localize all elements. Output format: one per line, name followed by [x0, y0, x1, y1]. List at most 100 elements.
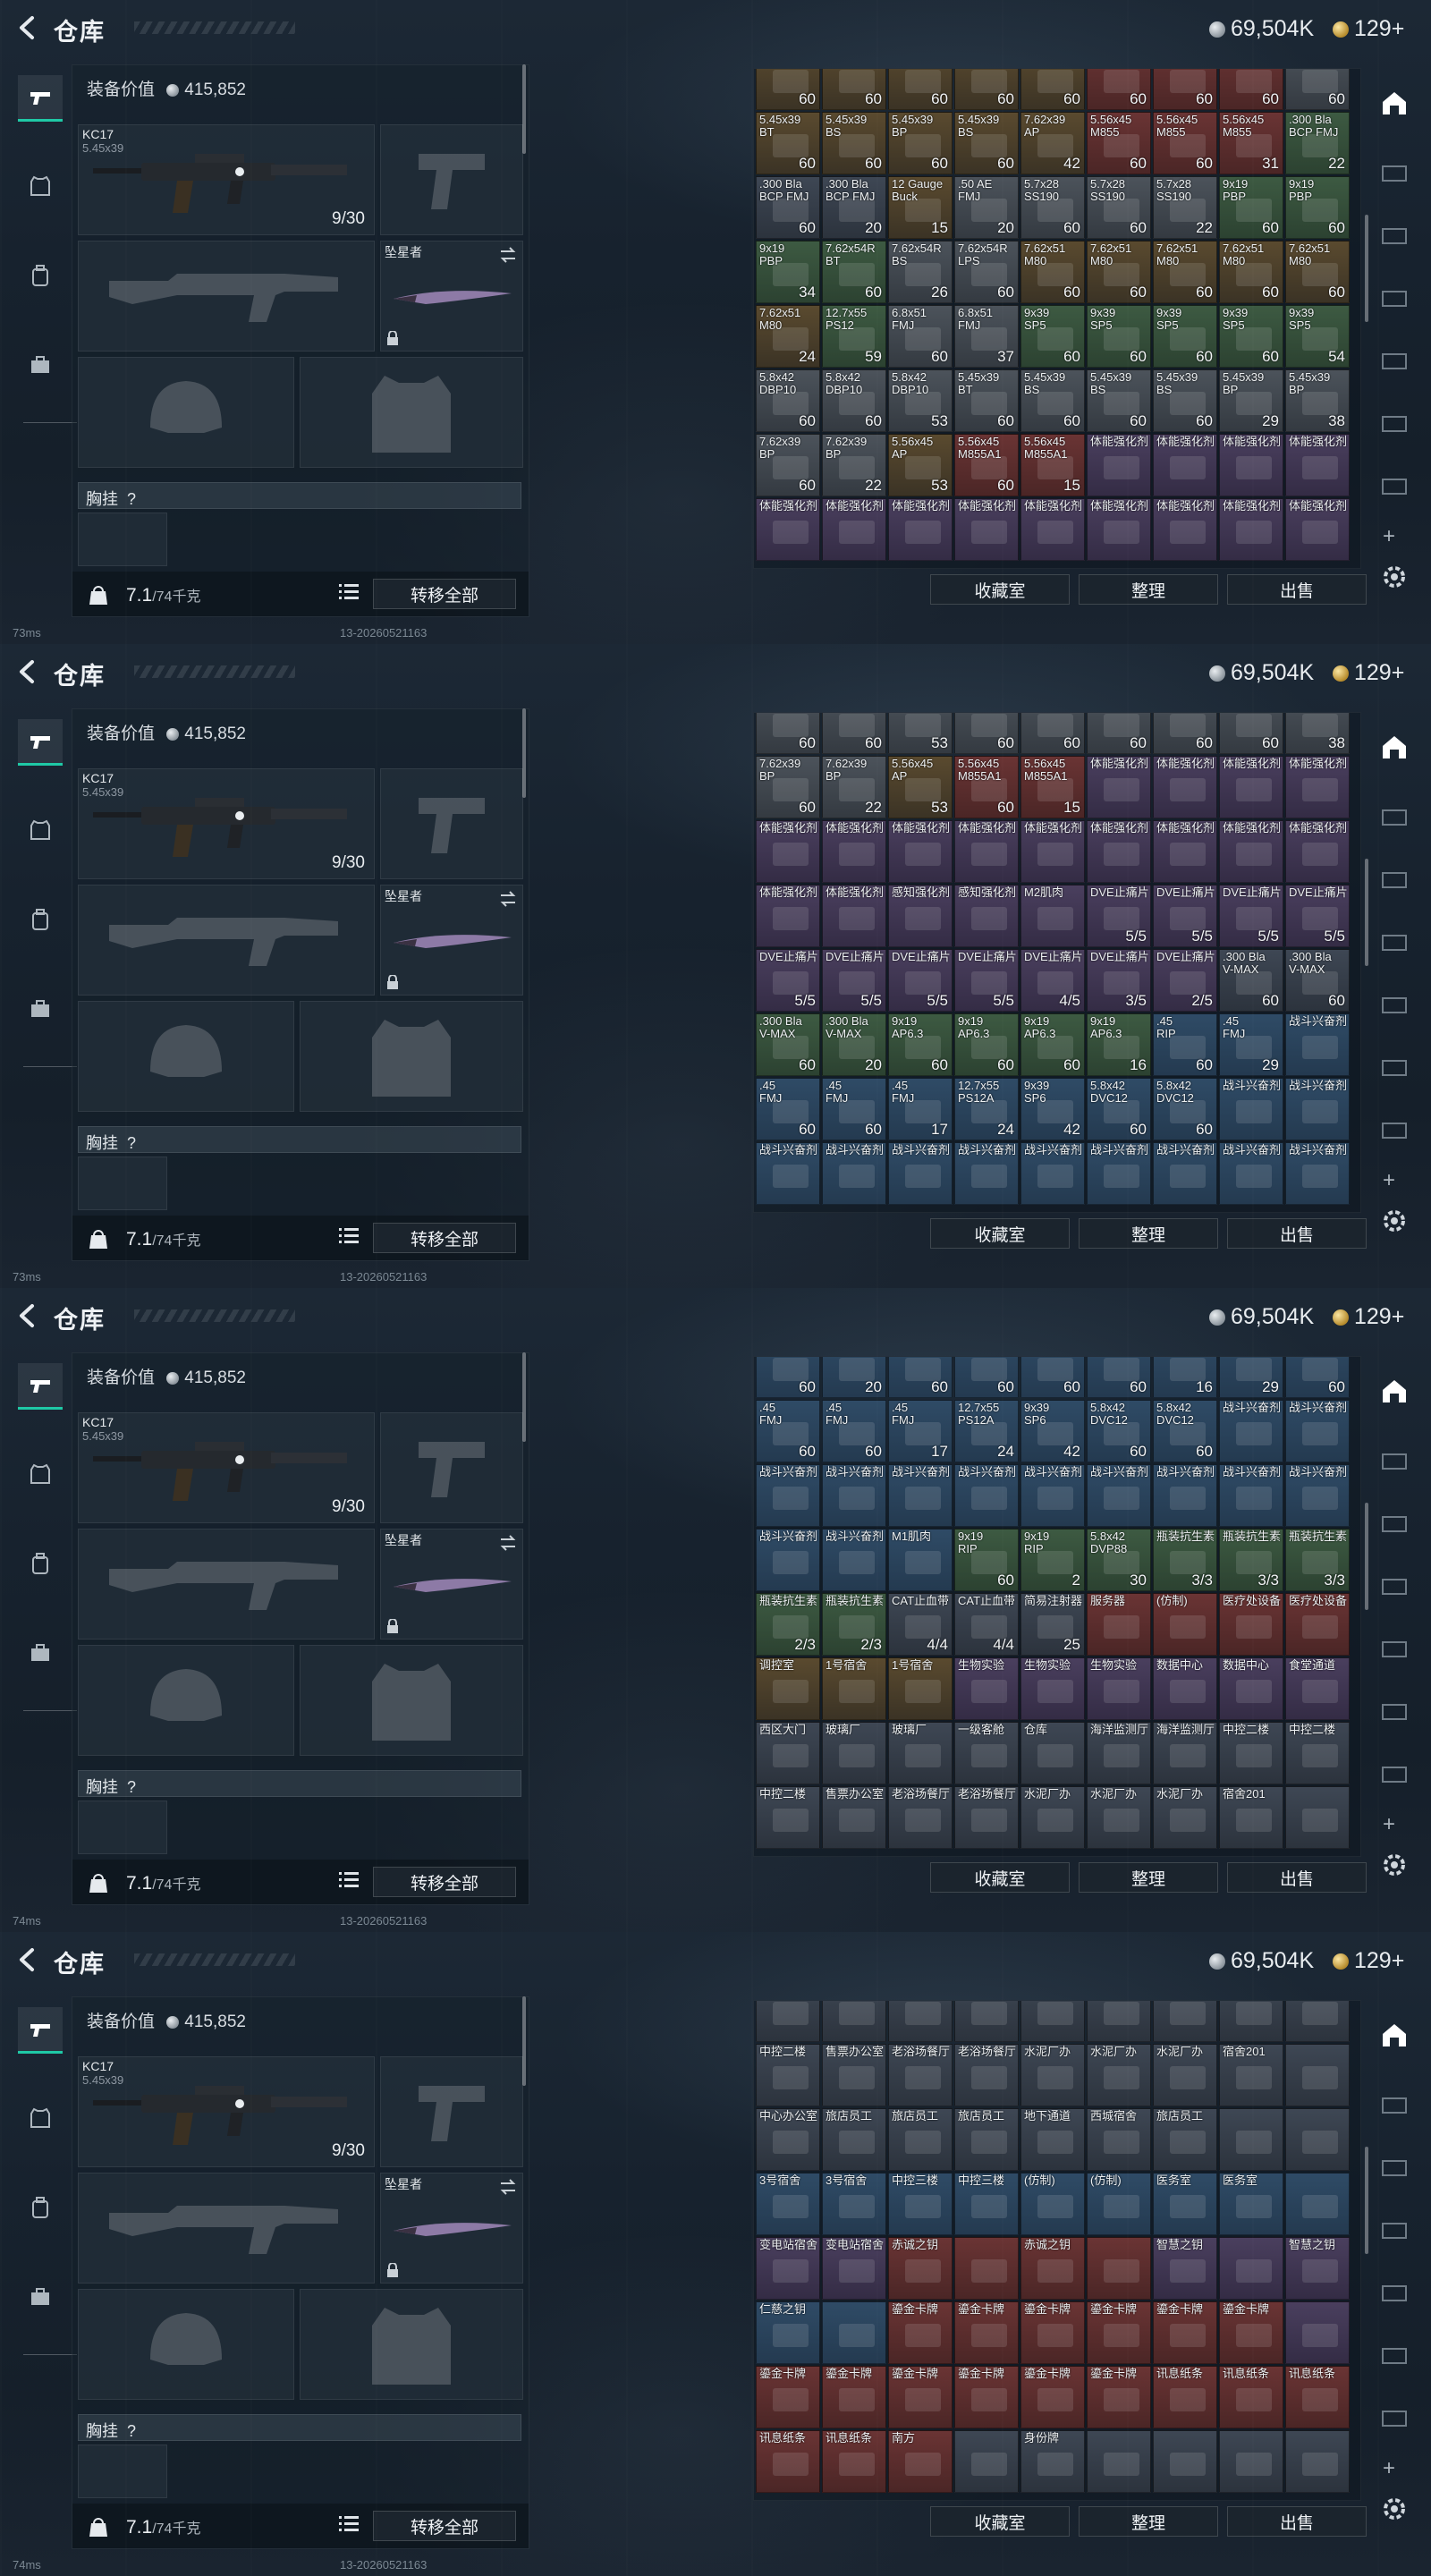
inventory-item[interactable]: 60: [1153, 713, 1217, 754]
swap-icon[interactable]: [499, 2179, 517, 2195]
chest-rig-slot[interactable]: [78, 1801, 167, 1854]
helmet-slot[interactable]: [78, 2289, 294, 2400]
add-storage-button[interactable]: +: [1383, 524, 1395, 549]
inventory-item[interactable]: 7.62x51 M80 60: [1153, 241, 1217, 303]
inventory-item[interactable]: 体能强化剂: [1020, 498, 1085, 561]
inventory-item[interactable]: 战斗兴奋剂: [822, 1142, 886, 1205]
inventory-item[interactable]: DVE止痛片 5/5: [1219, 885, 1283, 947]
inventory-item[interactable]: 鎏金卡牌: [756, 2366, 820, 2428]
collection-room-button[interactable]: 收藏室: [930, 1218, 1070, 1249]
rail-storage-4[interactable]: [1379, 989, 1410, 1020]
inventory-item[interactable]: 西城宿舍: [1087, 2108, 1151, 2171]
tab-armor[interactable]: [18, 1451, 63, 1497]
swap-icon[interactable]: [499, 1535, 517, 1551]
inventory-item[interactable]: 7.62x51 M80 60: [1285, 241, 1350, 303]
rail-storage-3[interactable]: [1379, 1571, 1410, 1601]
rail-storage-2[interactable]: [1379, 864, 1410, 894]
inventory-item[interactable]: 讯息纸条: [1153, 2366, 1217, 2428]
inventory-item[interactable]: 讯息纸条: [756, 2430, 820, 2493]
inventory-item[interactable]: 战斗兴奋剂: [822, 1529, 886, 1591]
inventory-item[interactable]: 西区大门: [756, 1722, 820, 1784]
inventory-item[interactable]: 战斗兴奋剂: [756, 1529, 820, 1591]
inventory-item[interactable]: 瓶装抗生素 2/3: [756, 1593, 820, 1656]
rail-storage-1[interactable]: [1379, 2089, 1410, 2120]
inventory-item[interactable]: [954, 2237, 1019, 2300]
back-button[interactable]: [13, 13, 43, 43]
inventory-item[interactable]: DVE止痛片 5/5: [888, 949, 953, 1012]
rifle-slot[interactable]: [78, 1529, 375, 1640]
inventory-item[interactable]: 体能强化剂: [756, 498, 820, 561]
inventory-item[interactable]: 简易注射器 25: [1020, 1593, 1085, 1656]
inventory-item[interactable]: 老浴场餐厅: [954, 2044, 1019, 2106]
list-view-icon[interactable]: [339, 2514, 359, 2532]
inventory-item[interactable]: 数据中心: [1219, 1657, 1283, 1720]
inventory-item[interactable]: 5.45x39 BT 60: [756, 112, 820, 174]
gear-icon[interactable]: [1379, 1850, 1410, 1880]
inventory-item[interactable]: 水泥厂办: [1087, 2044, 1151, 2106]
gold-balance[interactable]: 129+: [1333, 660, 1404, 686]
inventory-item[interactable]: 体能强化剂: [1219, 820, 1283, 883]
inventory-item[interactable]: 战斗兴奋剂: [1285, 1078, 1350, 1140]
inventory-item[interactable]: 7.62x51 M80 60: [1020, 241, 1085, 303]
inventory-item[interactable]: 5.45x39 BS 60: [954, 112, 1019, 174]
inventory-item[interactable]: 战斗兴奋剂: [1020, 1142, 1085, 1205]
inventory-item[interactable]: 战斗兴奋剂: [1087, 1142, 1151, 1205]
help-icon[interactable]: ?: [127, 2422, 136, 2440]
inventory-item[interactable]: 20: [822, 1357, 886, 1398]
inventory-item[interactable]: 体能强化剂: [1285, 820, 1350, 883]
inventory-item[interactable]: 体能强化剂: [888, 820, 953, 883]
back-button[interactable]: [13, 1301, 43, 1331]
swap-icon[interactable]: [499, 247, 517, 263]
inventory-item[interactable]: 12.7x55 PS12A 24: [954, 1078, 1019, 1140]
inventory-item[interactable]: DVE止痛片 2/5: [1153, 949, 1217, 1012]
rail-storage-4[interactable]: [1379, 1633, 1410, 1664]
inventory-item[interactable]: 5.56x45 M855A1 60: [954, 434, 1019, 496]
primary-weapon-slot[interactable]: KC17 5.45x39 9/30: [78, 124, 375, 235]
inventory-item[interactable]: 生物实验: [1087, 1657, 1151, 1720]
inventory-item[interactable]: 鎏金卡牌: [1087, 2301, 1151, 2364]
inventory-item[interactable]: 战斗兴奋剂: [1219, 1464, 1283, 1527]
inventory-item[interactable]: 9x39 SP5 54: [1285, 305, 1350, 368]
armor-slot[interactable]: [300, 1645, 523, 1756]
inventory-item[interactable]: 体能强化剂: [822, 498, 886, 561]
inventory-item[interactable]: 老浴场餐厅: [954, 1786, 1019, 1849]
inventory-item[interactable]: DVE止痛片 3/5: [1087, 949, 1151, 1012]
inventory-item[interactable]: 战斗兴奋剂: [1285, 1464, 1350, 1527]
inventory-item[interactable]: 南方: [888, 2430, 953, 2493]
inventory-item[interactable]: 5.56x45 M855 60: [1153, 112, 1217, 174]
inventory-item[interactable]: 鎏金卡牌: [888, 2366, 953, 2428]
sell-button[interactable]: 出售: [1227, 1862, 1367, 1893]
inventory-item[interactable]: 体能强化剂: [1153, 434, 1217, 496]
sell-button[interactable]: 出售: [1227, 1218, 1367, 1249]
inventory-item[interactable]: 鎏金卡牌: [1087, 2366, 1151, 2428]
inventory-item[interactable]: (仿制): [1087, 2173, 1151, 2235]
inventory-item[interactable]: DVE止痛片 5/5: [954, 949, 1019, 1012]
inventory-item[interactable]: 12 Gauge Buck 15: [888, 176, 953, 239]
melee-slot[interactable]: 坠星者: [380, 885, 523, 996]
silver-balance[interactable]: 69,504K: [1209, 16, 1314, 42]
inventory-item[interactable]: 60: [954, 713, 1019, 754]
inventory-item[interactable]: CAT止血带 4/4: [888, 1593, 953, 1656]
inventory-item[interactable]: 7.62x51 M80 24: [756, 305, 820, 368]
rifle-slot[interactable]: [78, 885, 375, 996]
inventory-item[interactable]: 体能强化剂: [888, 498, 953, 561]
inventory-item[interactable]: [1219, 2430, 1283, 2493]
inventory-item[interactable]: 60: [1087, 69, 1151, 110]
inventory-item[interactable]: 一级客舱: [954, 1722, 1019, 1784]
inventory-item[interactable]: 售票办公室: [822, 1786, 886, 1849]
inventory-item[interactable]: 战斗兴奋剂: [888, 1464, 953, 1527]
inventory-item[interactable]: 玻璃厂: [888, 1722, 953, 1784]
equipment-scrollbar[interactable]: [522, 64, 526, 154]
chest-rig-header[interactable]: 胸挂 ?: [78, 482, 521, 509]
inventory-item[interactable]: 战斗兴奋剂: [1285, 1400, 1350, 1462]
chest-rig-header[interactable]: 胸挂 ?: [78, 1126, 521, 1153]
inventory-item[interactable]: .45 FMJ 60: [822, 1400, 886, 1462]
inventory-item[interactable]: M2肌肉: [1020, 885, 1085, 947]
inventory-item[interactable]: M1肌肉: [888, 1529, 953, 1591]
inventory-item[interactable]: 5.56x45 M855 31: [1219, 112, 1283, 174]
inventory-item[interactable]: 60: [954, 69, 1019, 110]
inventory-item[interactable]: 7.62x51 M80 60: [1087, 241, 1151, 303]
inventory-item[interactable]: 玻璃厂: [822, 1722, 886, 1784]
swap-icon[interactable]: [499, 891, 517, 907]
inventory-item[interactable]: 水泥厂办: [1087, 1786, 1151, 1849]
